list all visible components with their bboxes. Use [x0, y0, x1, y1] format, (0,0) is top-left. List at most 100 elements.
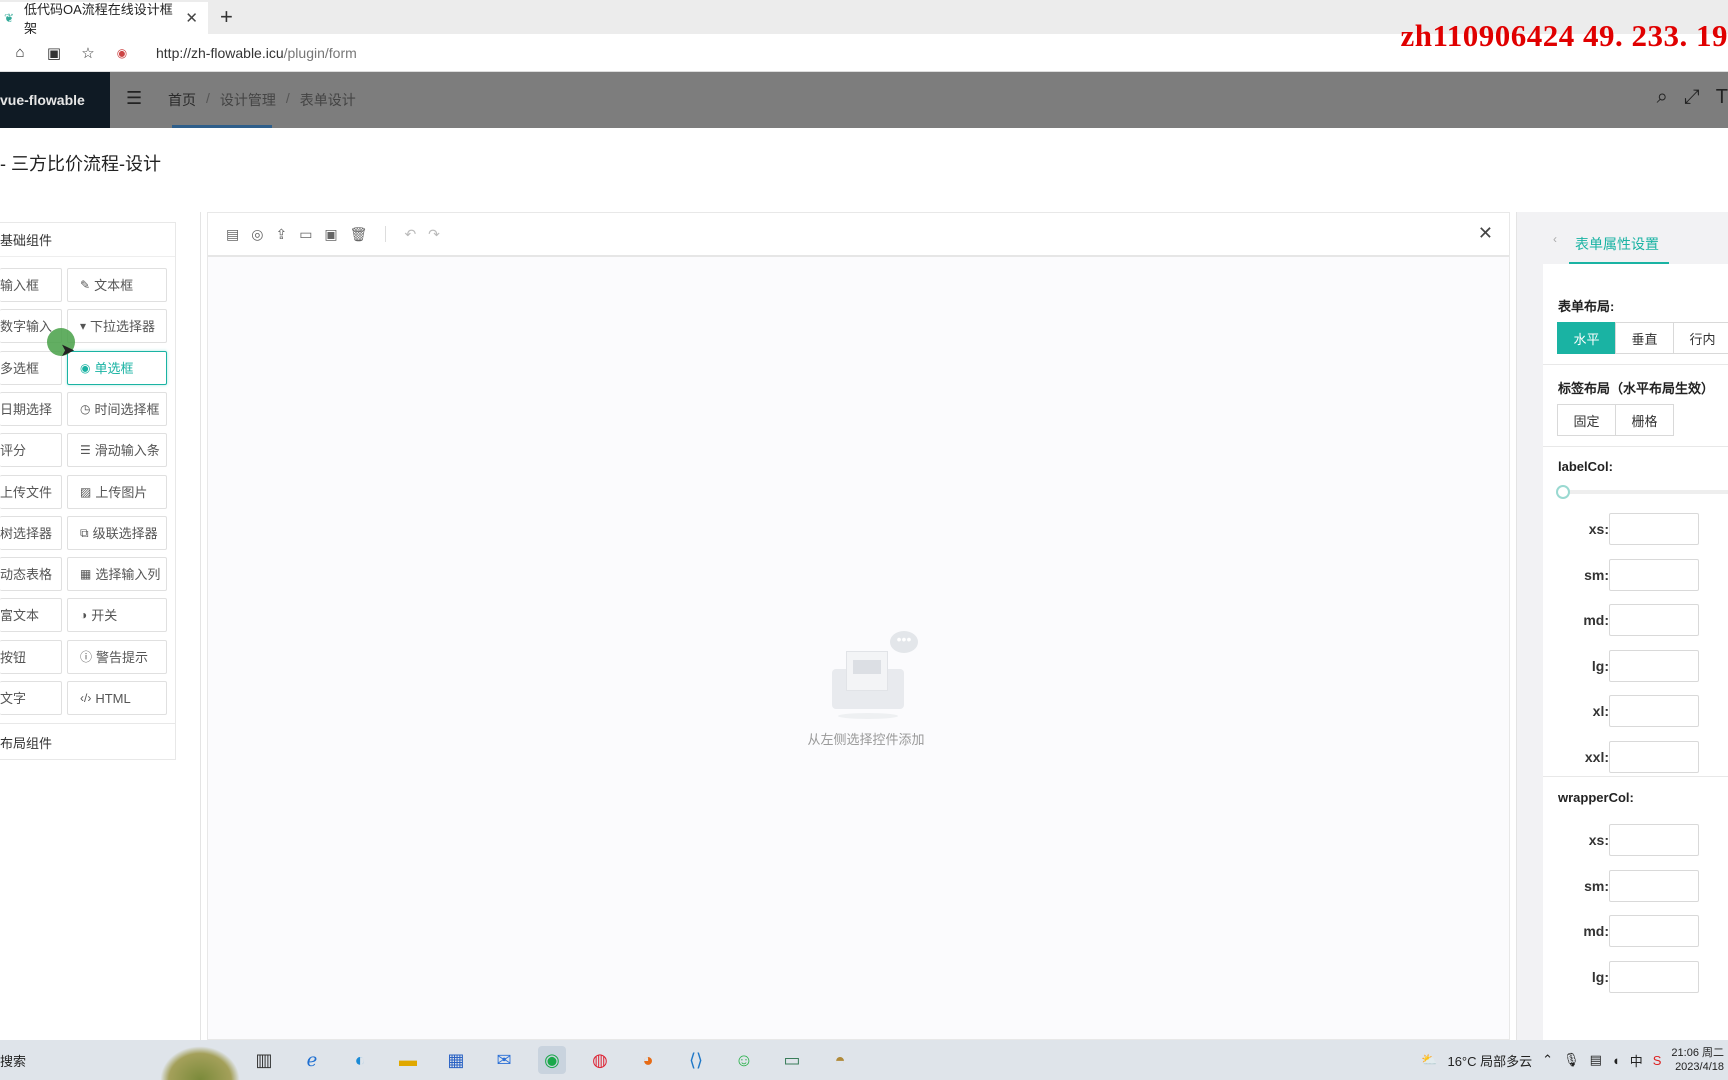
breakpoint-label: xxl:: [1584, 748, 1609, 765]
palette-item[interactable]: 树选择器: [0, 515, 62, 550]
breakpoint-input[interactable]: [1609, 960, 1699, 993]
breakpoint-input[interactable]: [1609, 869, 1699, 902]
palette-item[interactable]: ▾ 下拉选择器: [67, 309, 167, 344]
clock-icon: ◷: [80, 401, 91, 416]
ie-browser-icon[interactable]: ℯ: [298, 1046, 326, 1074]
fullscreen-icon[interactable]: ⤢: [1684, 86, 1700, 109]
palette-row: 按钮 ⓘ 警告提示: [0, 639, 170, 674]
favorites-icon[interactable]: ☆: [74, 44, 102, 62]
breakpoint-input[interactable]: [1609, 649, 1699, 682]
menu-fold-icon[interactable]: ☰: [126, 88, 142, 109]
weather-text[interactable]: 16°C 局部多云: [1447, 1051, 1532, 1070]
empty-inbox-icon: •••: [828, 631, 918, 719]
upload-icon[interactable]: ⇪: [275, 226, 287, 243]
close-tab-icon[interactable]: ✕: [185, 9, 198, 27]
breakpoint-input[interactable]: [1609, 604, 1699, 636]
palette-item[interactable]: ⧉ 级联选择器: [67, 515, 167, 550]
palette-row: 数字输入 ▾ 下拉选择器: [0, 309, 170, 344]
palette-item[interactable]: ◷ 时间选择框: [67, 391, 167, 426]
chrome-icon[interactable]: ◍: [586, 1046, 614, 1074]
import-icon[interactable]: ▭: [299, 226, 312, 243]
breakpoint-input[interactable]: [1609, 695, 1699, 727]
layout-inline-button[interactable]: 行内: [1673, 322, 1728, 354]
weather-icon[interactable]: ⛅: [1421, 1052, 1437, 1068]
layout-horizontal-button[interactable]: 水平: [1557, 322, 1616, 354]
screen-app-icon[interactable]: ▭: [778, 1046, 806, 1074]
firefox-icon[interactable]: ◕: [634, 1046, 662, 1074]
palette-item[interactable]: 按钮: [0, 639, 62, 674]
preview-icon[interactable]: ◎: [251, 226, 263, 243]
palette-item[interactable]: ☰ 滑动输入条: [67, 433, 167, 468]
palette-item[interactable]: 动态表格: [0, 557, 62, 592]
breakpoint-input[interactable]: [1609, 558, 1699, 591]
palette-item[interactable]: 多选框: [0, 350, 62, 385]
palette-item[interactable]: 上传文件: [0, 474, 62, 509]
chevron-left-icon[interactable]: ‹: [1553, 232, 1557, 246]
save-icon[interactable]: ▤: [226, 226, 239, 243]
home-icon[interactable]: ⌂: [6, 44, 34, 61]
breakpoint-row: xs:: [1543, 824, 1728, 856]
layout-components-heading[interactable]: 布局组件: [0, 723, 176, 761]
layout-vertical-button[interactable]: 垂直: [1615, 322, 1674, 354]
palette-item[interactable]: ‹/› HTML: [67, 681, 167, 715]
network-icon[interactable]: ▤: [1590, 1052, 1602, 1068]
chevron-up-icon[interactable]: ⌃: [1542, 1052, 1553, 1068]
palette-item[interactable]: 输入框: [0, 268, 62, 302]
browser-tab-title: 低代码OA流程在线设计框架: [23, 2, 173, 36]
palette-item[interactable]: 文字: [0, 681, 62, 715]
taskbar-search[interactable]: 搜索: [0, 1040, 150, 1080]
undo-icon[interactable]: ↶: [404, 226, 416, 243]
palette-item[interactable]: ◑ 开关: [67, 598, 167, 633]
vscode-icon[interactable]: ⟨⟩: [682, 1046, 710, 1074]
code-icon[interactable]: ▣: [324, 226, 337, 243]
form-canvas[interactable]: ▤ ◎ ⇪ ▭ ▣ 🗑 ↶ ↷ ✕ ••• 从左侧选择控件添加: [207, 212, 1510, 1040]
photo-app-icon[interactable]: ◓: [826, 1046, 854, 1074]
sogou-icon[interactable]: S: [1653, 1053, 1662, 1068]
palette-row: 多选框 ◉ 单选框: [0, 350, 170, 385]
ime-indicator[interactable]: 中: [1630, 1051, 1643, 1070]
close-icon[interactable]: ✕: [1478, 223, 1493, 244]
delete-icon[interactable]: 🗑: [350, 226, 368, 243]
system-tray: ⛅ 16°C 局部多云 ⌃ 🎙 ▤ ◖ 中 S 21:06 周二 2023/4/…: [1421, 1040, 1728, 1080]
breakpoint-input[interactable]: [1609, 915, 1699, 947]
redo-icon[interactable]: ↷: [428, 226, 440, 243]
wechat-icon[interactable]: ☺: [730, 1046, 758, 1074]
breadcrumb-home[interactable]: 首页: [168, 90, 196, 110]
palette-item[interactable]: ◉ 单选框: [67, 350, 167, 385]
palette-item[interactable]: 评分: [0, 433, 62, 468]
file-explorer-icon[interactable]: ▬: [394, 1046, 422, 1074]
edge-browser-icon[interactable]: ◐: [346, 1046, 374, 1074]
label-col-slider[interactable]: [1556, 485, 1728, 499]
task-view-icon[interactable]: ▥: [250, 1046, 278, 1074]
microphone-icon[interactable]: 🎙: [1563, 1052, 1580, 1068]
store-icon[interactable]: ▦: [442, 1046, 470, 1074]
clock[interactable]: 21:06 周二 2023/4/18: [1671, 1046, 1724, 1074]
label-grid-button[interactable]: 栅格: [1615, 404, 1674, 436]
breakpoint-input[interactable]: [1609, 513, 1699, 545]
browser-app-icon[interactable]: ◉: [538, 1046, 566, 1074]
palette-item[interactable]: ▨ 上传图片: [67, 474, 167, 509]
new-tab-button[interactable]: +: [220, 4, 233, 30]
url-field[interactable]: http://zh-flowable.icu/plugin/form: [156, 45, 357, 61]
empty-state: ••• 从左侧选择控件添加: [791, 631, 941, 748]
security-icon[interactable]: ◉: [108, 46, 136, 60]
basic-components-heading[interactable]: 基础组件: [0, 223, 175, 257]
palette-item[interactable]: ✎ 文本框: [67, 268, 167, 302]
breakpoint-input[interactable]: [1609, 740, 1699, 773]
breakpoint-input[interactable]: [1609, 824, 1699, 856]
search-icon[interactable]: ⌕: [1657, 86, 1668, 109]
browser-tab[interactable]: ❦ 低代码OA流程在线设计框架 ✕: [0, 2, 208, 36]
palette-item[interactable]: 富文本: [0, 598, 62, 633]
font-size-icon[interactable]: T: [1716, 86, 1728, 109]
breadcrumb-design-manage[interactable]: 设计管理: [220, 90, 276, 110]
palette-item[interactable]: ⓘ 警告提示: [67, 639, 167, 674]
breakpoint-label: xs:: [1588, 832, 1609, 848]
mail-icon[interactable]: ✉: [490, 1046, 518, 1074]
tab-form-properties[interactable]: 表单属性设置: [1575, 234, 1659, 254]
palette-item[interactable]: ▦ 选择输入列: [67, 557, 167, 592]
slider-handle[interactable]: [1556, 485, 1570, 499]
label-fixed-button[interactable]: 固定: [1557, 404, 1616, 436]
volume-icon[interactable]: ◖: [1612, 1053, 1620, 1068]
briefcase-icon[interactable]: ▣: [40, 44, 68, 62]
palette-item[interactable]: 日期选择: [0, 391, 62, 426]
